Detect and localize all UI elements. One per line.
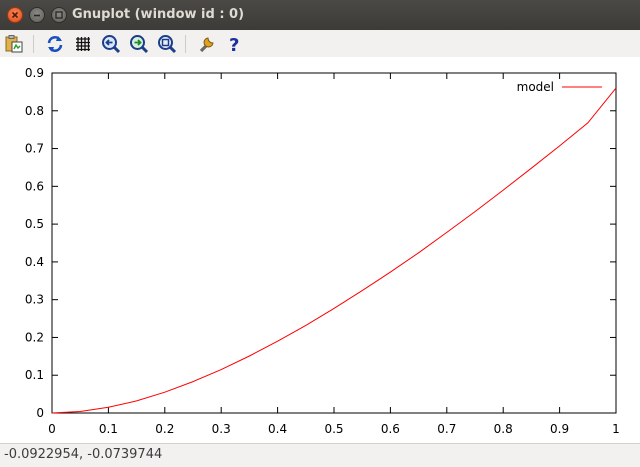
minimize-window-button[interactable] [29,7,45,23]
plot-area[interactable]: 0 0.1 0.2 0.3 0.4 0.5 0.6 0.7 0.8 0.9 1 0 0.1 0.2 0.3 0… [0,57,640,443]
maximize-icon [55,11,63,19]
window-title: Gnuplot (window id : 0) [72,7,245,22]
x-tick-label: 0.5 [324,422,343,436]
x-tick-label: 0.6 [381,422,400,436]
cursor-coordinates: -0.0922954, -0.0739744 [4,447,163,462]
y-tick-label: 0.5 [25,217,44,231]
svg-text:?: ? [229,35,239,54]
zoom-previous-button[interactable] [101,34,121,54]
x-tick-label: 0.9 [550,422,569,436]
close-window-button[interactable] [7,7,23,23]
y-tick-label: 0.6 [25,179,44,193]
x-tick-label: 1 [612,422,620,436]
y-tick-label: 0.9 [25,66,44,80]
copy-to-clipboard-icon [5,35,23,53]
toolbar-separator [33,35,34,53]
line-chart: 0 0.1 0.2 0.3 0.4 0.5 0.6 0.7 0.8 0.9 1 0 0.1 0.2 0.3 0… [25,66,620,436]
y-tick-label: 0 [36,406,44,420]
grid-icon [76,37,90,51]
grid-button[interactable] [73,34,93,54]
x-tick-label: 0.3 [212,422,231,436]
unzoom-button[interactable] [157,34,177,54]
preferences-button[interactable] [197,34,217,54]
y-tick-label: 0.8 [25,104,44,118]
maximize-window-button[interactable] [51,7,67,23]
y-tick-label: 0.4 [25,255,44,269]
toolbar-separator [185,35,186,53]
help-icon: ? [229,35,239,54]
gnuplot-window: Gnuplot (window id : 0) ? 0 0.1 0.2 0.3 … [0,0,640,467]
y-tick-label: 0.3 [25,293,44,307]
series-line-model [51,87,617,414]
x-tick-label: 0 [48,422,56,436]
zoom-previous-icon [102,35,121,54]
y-tick-label: 0.1 [25,368,44,382]
plot-border [51,72,617,414]
x-tick-label: 0.1 [99,422,118,436]
legend-label-model: model [517,80,554,94]
copy-to-clipboard-button[interactable] [4,34,24,54]
close-icon [11,11,19,19]
y-tick-label: 0.7 [25,142,44,156]
preferences-icon [199,37,214,53]
title-bar[interactable]: Gnuplot (window id : 0) [0,0,640,30]
y-tick-label: 0.2 [25,330,44,344]
toolbar: ? [0,30,640,57]
minimize-icon [34,14,40,17]
zoom-next-button[interactable] [129,34,149,54]
unzoom-icon [158,35,177,54]
help-button[interactable]: ? [225,34,245,54]
x-tick-label: 0.7 [437,422,456,436]
x-tick-label: 0.4 [268,422,287,436]
replot-icon [47,36,63,52]
x-tick-label: 0.2 [155,422,174,436]
x-tick-label: 0.8 [494,422,513,436]
zoom-next-icon [130,35,149,54]
status-bar: -0.0922954, -0.0739744 [0,443,640,467]
replot-button[interactable] [45,34,65,54]
